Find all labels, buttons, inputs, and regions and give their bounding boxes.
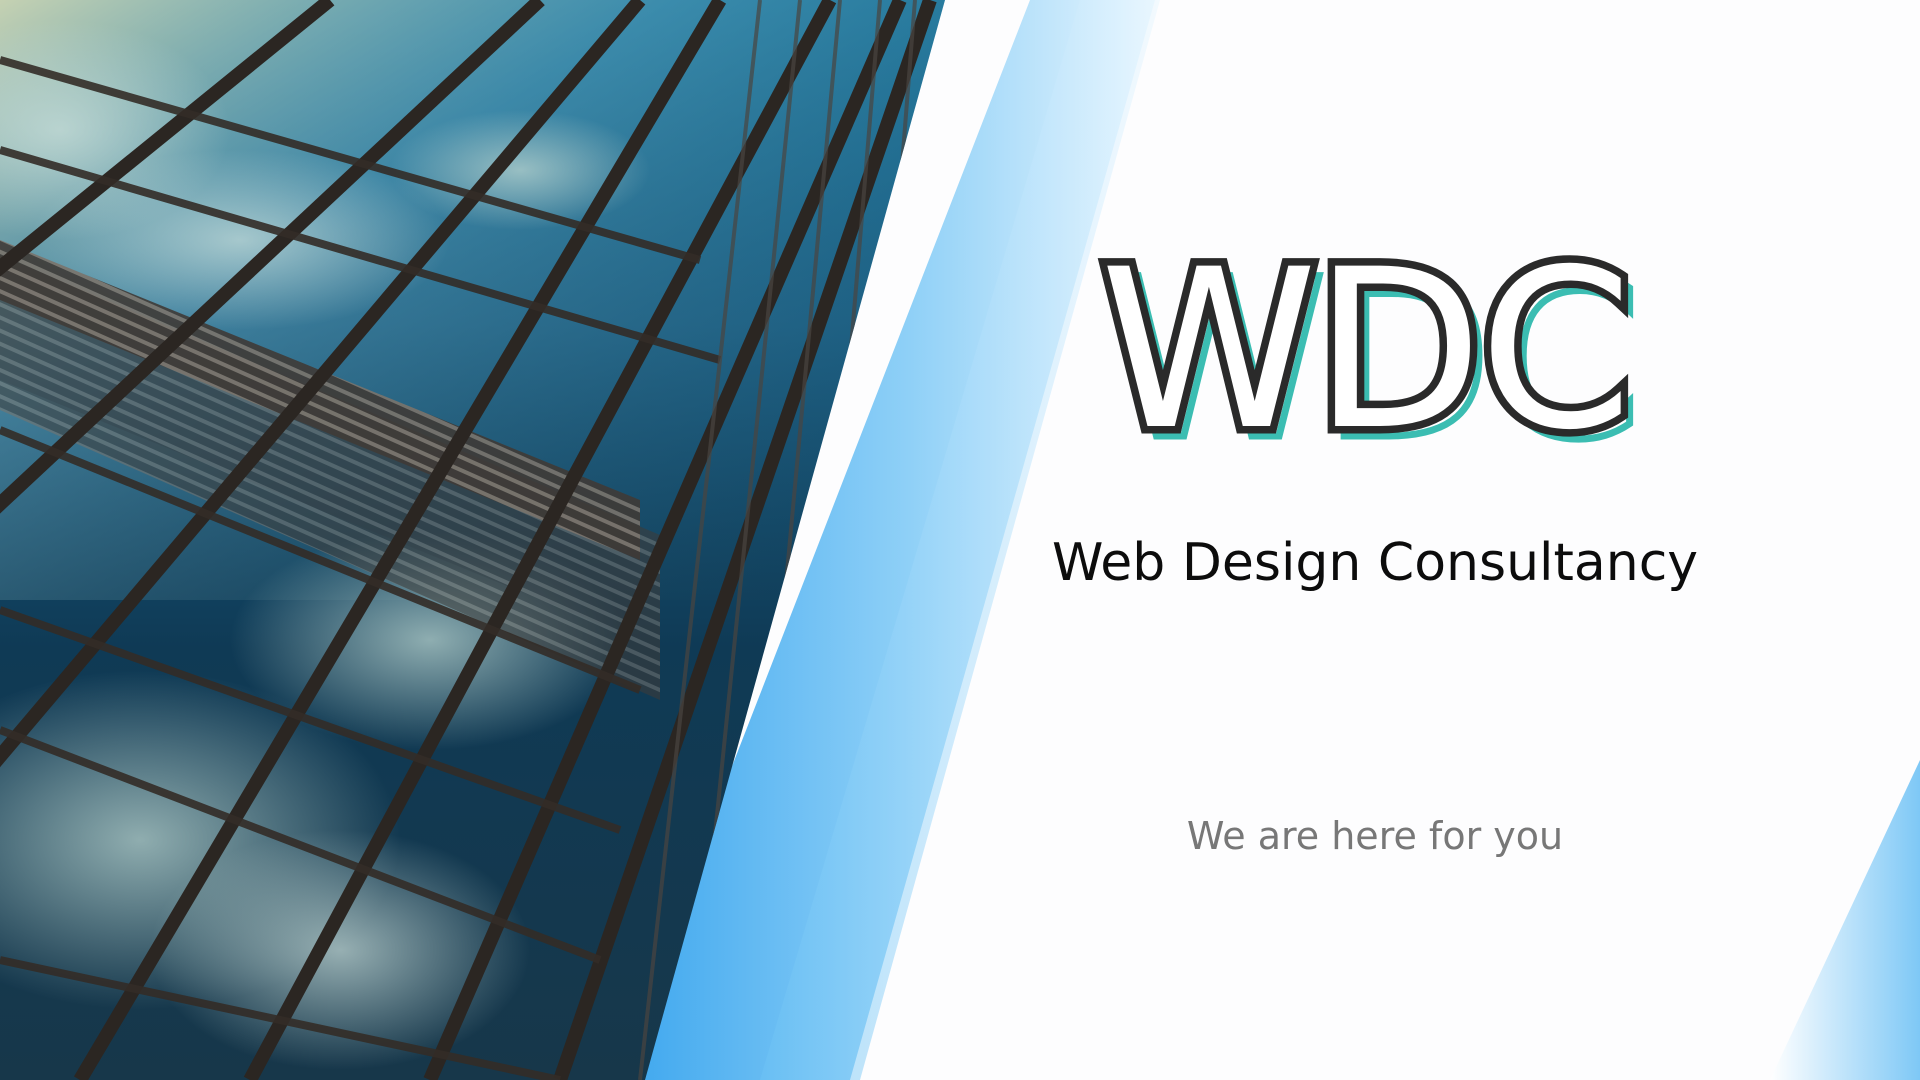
logo-fill-layer: WDC	[1100, 222, 1633, 478]
slide-tagline: We are here for you	[1186, 814, 1564, 858]
slide-subtitle: Web Design Consultancy	[1051, 533, 1699, 593]
right-accent-band	[1770, 760, 1920, 1080]
title-slide: WDC WDC WDC Web Design Consultancy We ar…	[0, 0, 1920, 1080]
logo-wordmark: WDC WDC WDC	[1093, 222, 1660, 484]
